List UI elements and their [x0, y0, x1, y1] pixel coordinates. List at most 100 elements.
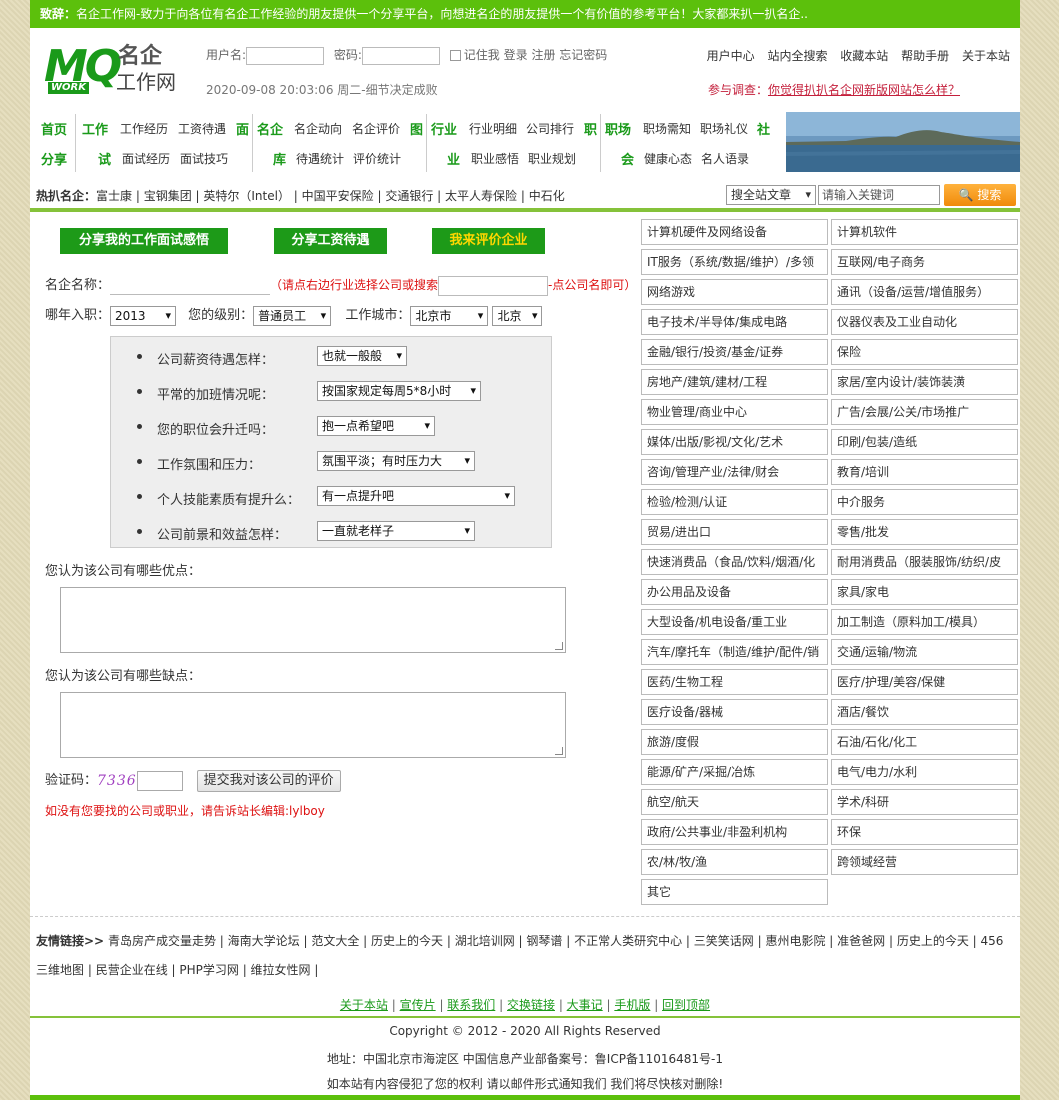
industry-item[interactable]: 物业管理/商业中心: [641, 399, 828, 425]
year-select[interactable]: 2013: [110, 305, 177, 326]
nav-salary[interactable]: 工资待遇: [178, 120, 226, 137]
forgot-password-link[interactable]: 忘记密码: [559, 48, 607, 62]
friend-link[interactable]: 三笑笑话网: [694, 934, 754, 948]
friend-link[interactable]: 范文大全: [311, 934, 359, 948]
industry-item[interactable]: 房地产/建筑/建材/工程: [641, 369, 828, 395]
tab-share-experience[interactable]: 分享我的工作面试感悟: [60, 228, 228, 254]
footer-mobile-link[interactable]: 手机版: [614, 998, 650, 1012]
industry-item[interactable]: 咨询/管理产业/法律/财会: [641, 459, 828, 485]
industry-item[interactable]: 保险: [831, 339, 1018, 365]
industry-item[interactable]: 交通/运输/物流: [831, 639, 1018, 665]
friend-link[interactable]: 惠州电影院: [765, 934, 825, 948]
search-scope-select[interactable]: 搜全站文章: [726, 185, 816, 205]
pros-textarea[interactable]: [60, 587, 566, 653]
help-link[interactable]: 帮助手册: [901, 49, 949, 63]
footer-contact-link[interactable]: 联系我们: [447, 998, 495, 1012]
footer-milestones-link[interactable]: 大事记: [567, 998, 603, 1012]
nav-home[interactable]: 首页: [41, 119, 67, 138]
industry-item[interactable]: 互联网/电子商务: [831, 249, 1018, 275]
answer-select[interactable]: 抱一点希望吧: [317, 416, 435, 436]
nav-interview-experience[interactable]: 面试经历: [122, 150, 170, 167]
hot-company[interactable]: 中石化: [529, 189, 565, 203]
industry-item[interactable]: 航空/航天: [641, 789, 828, 815]
industry-item[interactable]: 印刷/包装/造纸: [831, 429, 1018, 455]
cons-textarea[interactable]: [60, 692, 566, 758]
industry-item[interactable]: 汽车/摩托车（制造/维护/配件/销: [641, 639, 828, 665]
industry-item[interactable]: 医药/生物工程: [641, 669, 828, 695]
industry-item[interactable]: 贸易/进出口: [641, 519, 828, 545]
industry-item[interactable]: 计算机软件: [831, 219, 1018, 245]
friend-link[interactable]: 准爸爸网: [837, 934, 885, 948]
industry-item[interactable]: 政府/公共事业/非盈利机构: [641, 819, 828, 845]
industry-item[interactable]: 通讯（设备/运营/增值服务）: [831, 279, 1018, 305]
about-link[interactable]: 关于本站: [962, 49, 1010, 63]
industry-item[interactable]: 广告/会展/公关/市场推广: [831, 399, 1018, 425]
user-center-link[interactable]: 用户中心: [707, 49, 755, 63]
industry-item[interactable]: 快速消费品（食品/饮料/烟酒/化: [641, 549, 828, 575]
industry-item[interactable]: 大型设备/机电设备/重工业: [641, 609, 828, 635]
remember-checkbox[interactable]: [449, 50, 461, 61]
nav-salary-stats[interactable]: 待遇统计: [296, 150, 344, 167]
industry-item[interactable]: 家居/室内设计/装饰装潢: [831, 369, 1018, 395]
answer-select[interactable]: 有一点提升吧: [317, 486, 515, 506]
nav-company-ranking[interactable]: 公司排行: [526, 120, 574, 137]
submit-review-button[interactable]: 提交我对该公司的评价: [196, 769, 341, 792]
industry-item[interactable]: 石油/石化/化工: [831, 729, 1018, 755]
site-logo[interactable]: MQ WORK 名企 工作网: [44, 42, 194, 102]
username-input[interactable]: [246, 46, 325, 65]
hot-company[interactable]: 中国平安保险: [302, 189, 374, 203]
answer-select[interactable]: 一直就老样子: [317, 521, 475, 541]
industry-item[interactable]: 电气/电力/水利: [831, 759, 1018, 785]
company-name-field[interactable]: [110, 277, 271, 295]
industry-item[interactable]: 电子技术/半导体/集成电路: [641, 309, 828, 335]
tab-share-salary[interactable]: 分享工资待遇: [274, 228, 387, 254]
site-search-link[interactable]: 站内全搜索: [767, 49, 827, 63]
city-select[interactable]: 北京: [492, 305, 543, 326]
industry-item[interactable]: 家具/家电: [831, 579, 1018, 605]
login-link[interactable]: 登录: [504, 48, 528, 62]
nav-review-stats[interactable]: 评价统计: [353, 150, 401, 167]
friend-link[interactable]: 钢琴谱: [526, 934, 562, 948]
friend-link[interactable]: 维拉女性网: [251, 963, 311, 977]
captcha-input[interactable]: [136, 770, 183, 791]
company-search-input[interactable]: [438, 275, 549, 296]
hot-company[interactable]: 交通银行: [385, 189, 433, 203]
industry-item[interactable]: 仪器仪表及工业自动化: [831, 309, 1018, 335]
nav-company-news[interactable]: 名企动向: [294, 120, 342, 137]
captcha-image[interactable]: 7336: [97, 773, 137, 789]
industry-item[interactable]: 教育/培训: [831, 459, 1018, 485]
nav-workplace-etiquette[interactable]: 职场礼仪: [700, 120, 748, 137]
answer-select[interactable]: 按国家规定每周5*8小时: [317, 381, 481, 401]
nav-workplace-musts[interactable]: 职场需知: [643, 120, 691, 137]
register-link[interactable]: 注册: [531, 48, 555, 62]
search-button[interactable]: 🔍 搜索: [944, 184, 1016, 206]
industry-item[interactable]: 加工制造（原料加工/模具）: [831, 609, 1018, 635]
hot-company[interactable]: 富士康: [96, 189, 132, 203]
industry-item[interactable]: 中介服务: [831, 489, 1018, 515]
industry-item[interactable]: 医疗设备/器械: [641, 699, 828, 725]
nav-career-insights[interactable]: 职业感悟: [471, 150, 519, 167]
password-input[interactable]: [361, 46, 440, 65]
search-input[interactable]: 请输入关键词: [818, 185, 940, 205]
nav-company-reviews[interactable]: 名企评价: [352, 120, 400, 137]
friend-link[interactable]: 民营企业在线: [96, 963, 168, 977]
industry-item[interactable]: 零售/批发: [831, 519, 1018, 545]
hot-company[interactable]: 太平人寿保险: [445, 189, 517, 203]
footer-exchange-link[interactable]: 交换链接: [507, 998, 555, 1012]
industry-item[interactable]: 学术/科研: [831, 789, 1018, 815]
friend-link[interactable]: 不正常人类研究中心: [574, 934, 682, 948]
industry-item[interactable]: 其它: [641, 879, 828, 905]
friend-link[interactable]: 海南大学论坛: [228, 934, 300, 948]
industry-item[interactable]: 网络游戏: [641, 279, 828, 305]
friend-link[interactable]: 湖北培训网: [455, 934, 515, 948]
footer-top-link[interactable]: 回到顶部: [662, 998, 710, 1012]
bookmark-link[interactable]: 收藏本站: [840, 49, 888, 63]
answer-select[interactable]: 也就一般般: [317, 346, 407, 366]
nav-work-experience[interactable]: 工作经历: [120, 120, 168, 137]
tab-rate-company[interactable]: 我来评价企业: [432, 228, 545, 254]
industry-item[interactable]: 酒店/餐饮: [831, 699, 1018, 725]
industry-item[interactable]: IT服务（系统/数据/维护）/多领: [641, 249, 828, 275]
answer-select[interactable]: 氛围平淡；有时压力大: [317, 451, 475, 471]
industry-item[interactable]: 农/林/牧/渔: [641, 849, 828, 875]
friend-link[interactable]: PHP学习网: [179, 963, 239, 977]
